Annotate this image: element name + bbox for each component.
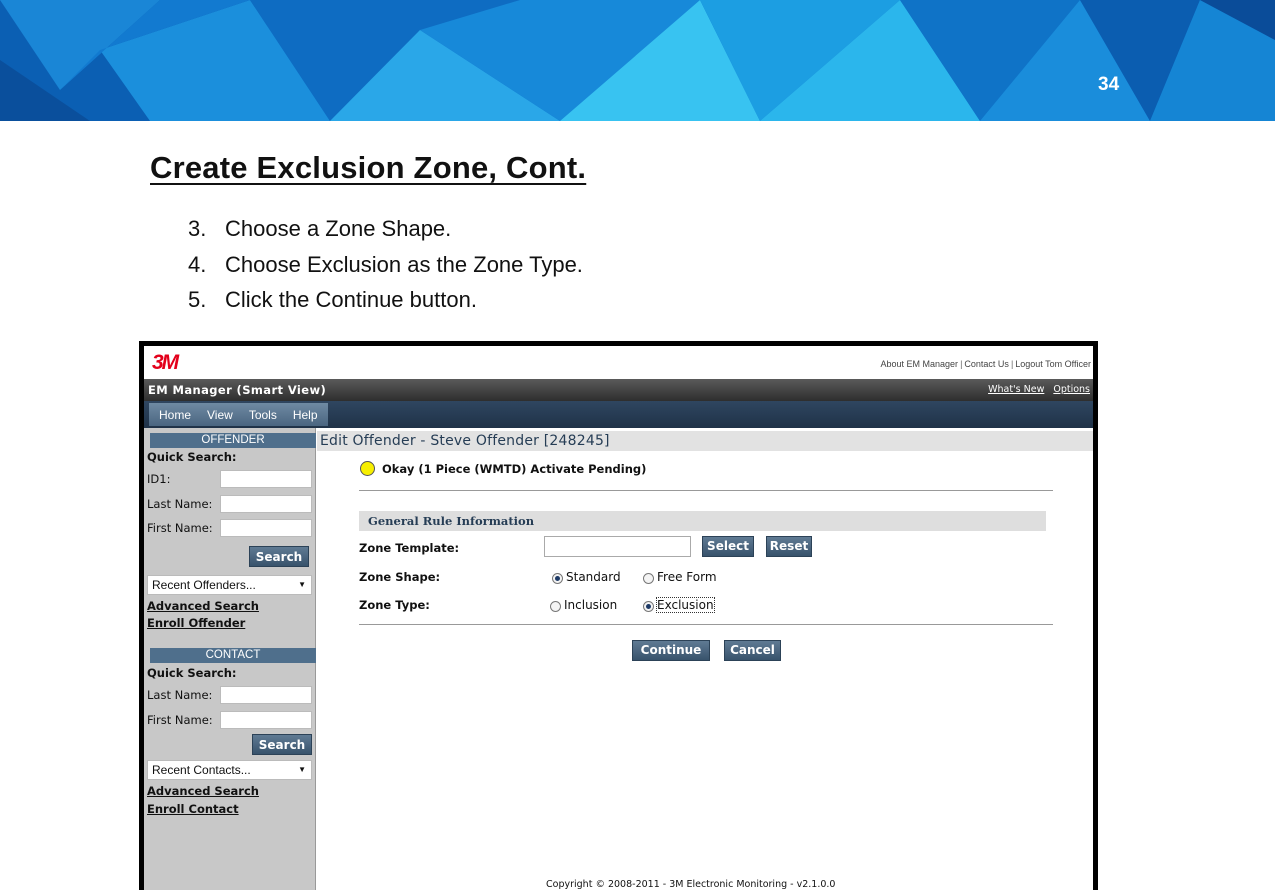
zone-shape-standard-radio[interactable] bbox=[552, 573, 563, 584]
main-panel: Edit Offender - Steve Offender [248245] … bbox=[317, 428, 1093, 890]
zone-type-inclusion-radio[interactable] bbox=[550, 601, 561, 612]
status-text: Okay (1 Piece (WMTD) Activate Pending) bbox=[382, 462, 647, 476]
enroll-offender-link[interactable]: Enroll Offender bbox=[147, 616, 245, 630]
zone-template-label: Zone Template: bbox=[359, 541, 460, 555]
about-link[interactable]: About EM Manager bbox=[881, 359, 959, 369]
options-link[interactable]: Options bbox=[1053, 384, 1090, 395]
banner-pattern bbox=[0, 0, 1275, 121]
app-top-bar: 3M About EM Manager | Contact Us | Logout To… bbox=[144, 346, 1093, 379]
offender-search-button[interactable]: Search bbox=[249, 546, 309, 567]
zone-type-label: Zone Type: bbox=[359, 598, 430, 612]
whats-new-link[interactable]: What's New bbox=[988, 384, 1044, 395]
step-number: 5. bbox=[188, 287, 207, 312]
continue-button[interactable]: Continue bbox=[632, 640, 710, 661]
zone-shape-label: Zone Shape: bbox=[359, 570, 441, 584]
divider bbox=[359, 490, 1053, 491]
zone-shape-standard-label[interactable]: Standard bbox=[566, 570, 621, 584]
step-item: 3. Choose a Zone Shape. bbox=[188, 216, 583, 252]
select-button[interactable]: Select bbox=[702, 536, 754, 557]
offender-advanced-search-link[interactable]: Advanced Search bbox=[147, 599, 259, 613]
recent-offenders-value: Recent Offenders... bbox=[152, 578, 256, 592]
contact-first-name-label: First Name: bbox=[147, 713, 213, 727]
zone-template-input[interactable] bbox=[544, 536, 691, 557]
copyright-text: Copyright © 2008-2011 - 3M Electronic Mo… bbox=[546, 879, 836, 890]
zone-type-exclusion-radio[interactable] bbox=[643, 601, 654, 612]
contact-last-name-input[interactable] bbox=[220, 686, 312, 704]
step-number: 3. bbox=[188, 216, 207, 241]
offender-first-name-label: First Name: bbox=[147, 521, 213, 535]
menu-home[interactable]: Home bbox=[151, 408, 199, 422]
offender-header: OFFENDER bbox=[150, 433, 316, 448]
chevron-down-icon: ▼ bbox=[298, 765, 306, 774]
logout-link[interactable]: Logout Tom Officer bbox=[1015, 359, 1091, 369]
reset-button[interactable]: Reset bbox=[766, 536, 812, 557]
step-item: 5. Click the Continue button. bbox=[188, 287, 583, 323]
contact-header: CONTACT bbox=[150, 648, 316, 663]
steps-list: 3. Choose a Zone Shape. 4. Choose Exclusio… bbox=[188, 216, 583, 323]
zone-shape-free-form-label[interactable]: Free Form bbox=[657, 570, 717, 584]
status-indicator-icon bbox=[360, 461, 375, 476]
zone-type-exclusion-label[interactable]: Exclusion bbox=[656, 597, 715, 613]
recent-contacts-select[interactable]: Recent Contacts... ▼ bbox=[147, 760, 312, 780]
divider bbox=[359, 624, 1053, 625]
menu-tools[interactable]: Tools bbox=[241, 408, 285, 422]
contact-last-name-label: Last Name: bbox=[147, 688, 213, 702]
step-text: Click the Continue button. bbox=[225, 287, 477, 312]
offender-last-name-label: Last Name: bbox=[147, 497, 213, 511]
contact-quick-search-label: Quick Search: bbox=[147, 666, 237, 680]
recent-offenders-select[interactable]: Recent Offenders... ▼ bbox=[147, 575, 312, 595]
id1-input[interactable] bbox=[220, 470, 312, 488]
step-text: Choose a Zone Shape. bbox=[225, 216, 452, 241]
step-text: Choose Exclusion as the Zone Type. bbox=[225, 251, 583, 277]
app-name: EM Manager (Smart View) bbox=[148, 383, 327, 397]
step-number: 4. bbox=[188, 251, 207, 277]
offender-quick-search-label: Quick Search: bbox=[147, 450, 237, 464]
step-item: 4. Choose Exclusion as the Zone Type. bbox=[188, 252, 583, 288]
page-title: Edit Offender - Steve Offender [248245] bbox=[317, 431, 1093, 451]
contact-us-link[interactable]: Contact Us bbox=[964, 359, 1009, 369]
slide-title: Create Exclusion Zone, Cont. bbox=[150, 150, 587, 185]
enroll-contact-link[interactable]: Enroll Contact bbox=[147, 802, 239, 816]
id1-label: ID1: bbox=[147, 472, 171, 486]
recent-contacts-value: Recent Contacts... bbox=[152, 763, 251, 777]
menu-group: Home View Tools Help bbox=[149, 403, 328, 426]
menu-view[interactable]: View bbox=[199, 408, 241, 422]
app-title-bar: EM Manager (Smart View) What's New Option… bbox=[144, 379, 1093, 401]
contact-search-button[interactable]: Search bbox=[252, 734, 312, 755]
sidebar: OFFENDER Quick Search: ID1: Last Name: F… bbox=[144, 428, 316, 890]
offender-last-name-input[interactable] bbox=[220, 495, 312, 513]
section-header: General Rule Information bbox=[359, 511, 1046, 531]
chevron-down-icon: ▼ bbox=[298, 580, 306, 589]
cancel-button[interactable]: Cancel bbox=[724, 640, 781, 661]
top-links: About EM Manager | Contact Us | Logout Tom O… bbox=[880, 359, 1091, 369]
slide-number: 34 bbox=[1098, 74, 1120, 95]
menu-bar: Home View Tools Help bbox=[144, 401, 1093, 428]
menu-help[interactable]: Help bbox=[285, 408, 326, 422]
offender-first-name-input[interactable] bbox=[220, 519, 312, 537]
contact-advanced-search-link[interactable]: Advanced Search bbox=[147, 784, 259, 798]
slide-banner: 34 bbox=[0, 0, 1275, 121]
app-screenshot: 3M About EM Manager | Contact Us | Logout To… bbox=[139, 341, 1098, 890]
zone-type-inclusion-label[interactable]: Inclusion bbox=[564, 598, 617, 612]
zone-shape-free-form-radio[interactable] bbox=[643, 573, 654, 584]
contact-first-name-input[interactable] bbox=[220, 711, 312, 729]
brand-logo: 3M bbox=[152, 351, 179, 374]
bar-links: What's New Options bbox=[979, 384, 1090, 395]
